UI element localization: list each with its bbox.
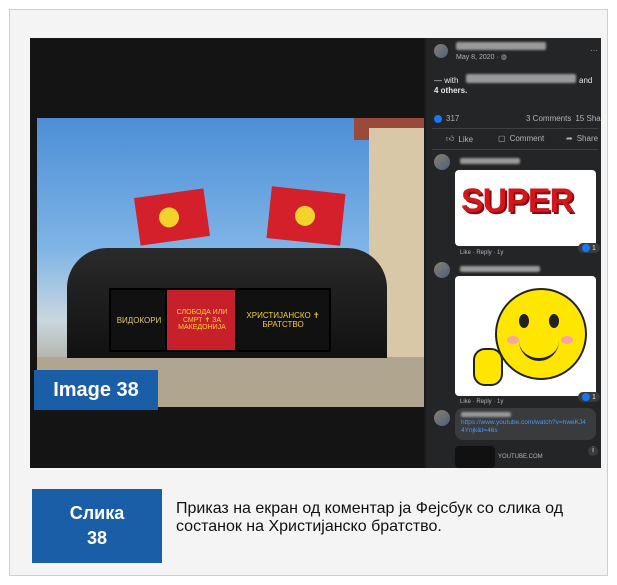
ok-hand-icon [473,348,503,386]
comment-bubble-3: https://www.youtube.com/watch?v=hweKJ44Y… [455,408,596,440]
tagged-name[interactable] [466,74,576,83]
group-photo: ВИДОКОРИ СЛОБОДА ИЛИ СМРТ ✝ ЗА МАКЕДОНИЈ… [37,118,424,407]
like-reaction-icon [582,393,590,401]
commenter-name-1[interactable] [460,158,520,164]
commenter-avatar-1[interactable] [434,154,450,170]
like-label: Like [458,134,474,144]
commenter-avatar-3[interactable] [434,410,450,426]
figure-caption: Приказ на екран од коментар ја Фејсбук с… [176,500,564,536]
comment-actions-1[interactable]: Like · Reply · 1y [460,250,503,256]
with-and: and [579,76,593,85]
comments-count[interactable]: 3 Comments [526,114,571,123]
reaction-summary[interactable]: 317 [434,114,459,123]
author-name[interactable] [456,42,546,50]
commenter-name-3[interactable] [461,412,511,417]
comment-reaction-count: 1 [592,393,596,401]
more-options-icon[interactable]: ··· [590,46,598,55]
image-number-badge: Image 38 [34,370,158,410]
video-thumbnail[interactable] [455,446,495,468]
with-line: — with [434,76,458,85]
figure-number: 38 [86,528,108,548]
link-source-text: YOUTUBE.COM [498,454,543,460]
flag-right [266,186,346,246]
shares-count[interactable]: 15 Sha [575,114,600,123]
facebook-panel: May 8, 2020 · ◍ ··· — with and 4 others.… [426,38,601,468]
sticker-smiley [455,276,596,396]
post-date-text: May 8, 2020 · [456,54,501,61]
comment-icon: ▢ [498,134,506,143]
link-source[interactable]: YOUTUBE.COM [498,454,543,460]
comment-reaction-2[interactable]: 1 [578,392,600,402]
super-sticker-text: SUPER [461,182,574,220]
share-label: Share [576,134,599,143]
comment-reaction-count: 1 [592,244,596,252]
banner-mid: СЛОБОДА ИЛИ СМРТ ✝ ЗА МАКЕДОНИЈА [165,288,239,352]
banner-left: ВИДОКОРИ [109,288,169,352]
like-button[interactable]: 👍︎ Like [446,134,473,144]
thumbs-up-icon: 👍︎ [446,134,455,143]
like-reaction-icon [434,114,442,123]
share-icon: ➦ [566,134,573,143]
commenter-name-2[interactable] [460,266,540,272]
reaction-count: 317 [446,114,460,123]
share-button[interactable]: ➦ Share [566,134,598,143]
smiley-face-icon [495,288,587,380]
with-prefix: — with [434,76,459,85]
globe-icon: ◍ [500,54,507,61]
commenter-avatar-2[interactable] [434,262,450,278]
post-date[interactable]: May 8, 2020 · ◍ [456,53,507,61]
figure-label: Слика 38 [32,489,162,563]
comment-label: Comment [509,134,545,143]
post-avatar[interactable] [434,44,448,58]
engagement-counts: 3 Comments 15 Sha [526,114,601,123]
comment-reaction-1[interactable]: 1 [578,243,600,253]
comment-actions-2[interactable]: Like · Reply · 1y [460,399,503,405]
like-reaction-icon [582,244,590,252]
others-link[interactable]: 4 others. [434,86,467,95]
divider [432,128,598,129]
figure-label-text: Слика [69,502,125,523]
info-icon[interactable]: i [588,446,598,456]
banner-right: ХРИСТИЈАНСКО ✝ БРАТСТВО [235,288,331,352]
sticker-super: SUPER [455,170,596,246]
comment-button[interactable]: ▢ Comment [498,134,544,143]
banner-right-text: ХРИСТИЈАНСКО ✝ БРАТСТВО [246,311,320,329]
banner-left-text: ВИДОКОРИ [116,315,162,325]
flag-left [134,188,210,246]
banner-mid-text: СЛОБОДА ИЛИ СМРТ ✝ ЗА МАКЕДОНИЈА [176,309,228,331]
image-number-text: Image 38 [53,378,139,401]
youtube-link[interactable]: https://www.youtube.com/watch?v=hweKJ44Y… [461,419,589,435]
divider [432,149,598,150]
